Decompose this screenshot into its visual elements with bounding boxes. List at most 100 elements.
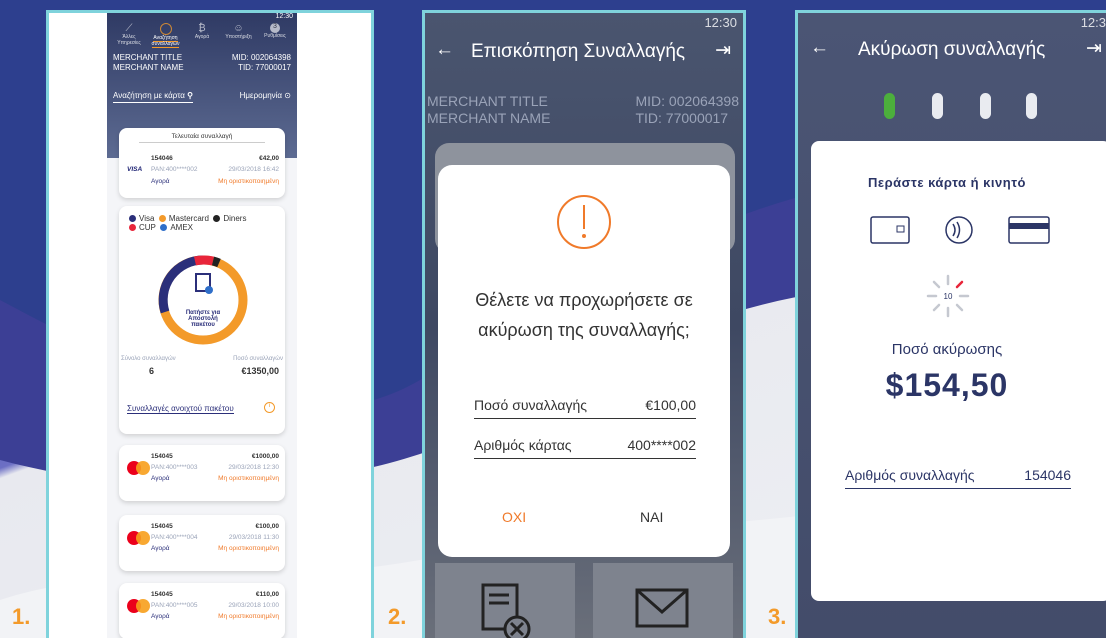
transaction-number-value: 154046: [1024, 467, 1071, 483]
card-label: Αριθμός κάρτας: [474, 437, 572, 453]
transaction-type: Αγορά: [151, 545, 170, 552]
transaction-type: Αγορά: [151, 475, 170, 482]
visa-logo-icon: VISA: [127, 166, 143, 173]
nav-purchase[interactable]: ₿ Αγορά: [184, 23, 220, 47]
merchant-mid: MID: 002064398: [635, 93, 739, 109]
info-icon[interactable]: i: [264, 402, 275, 413]
date-label: Ημερομηνία: [239, 91, 283, 100]
transactions-screen: 12:30 ⟋ Άλλες Υπηρεσίες Αναζήτηση συναλλα…: [107, 13, 297, 638]
phone-transactions-list: 12:30 ⟋ Άλλες Υπηρεσίες Αναζήτηση συναλλα…: [46, 10, 374, 638]
status-time: 12:30: [275, 13, 293, 20]
nav-label: Αγορά: [194, 34, 210, 40]
chevron-down-icon: ⊙: [284, 91, 291, 100]
transaction-date: 29/03/2018 16:42: [228, 166, 279, 173]
batch-summary-card: Visa Mastercard Diners CUP AMEX Πατήστε …: [119, 206, 285, 434]
merchant-info: MERCHANT TITLE MERCHANT NAME: [427, 93, 550, 127]
terminal-tid: TID: 77000017: [635, 110, 729, 126]
transaction-item[interactable]: 154045 €110,00 PAN:400****005 29/03/2018 10…: [119, 583, 285, 638]
mastercard-logo-icon: [127, 531, 151, 545]
total-amount-label: Ποσό συναλλαγών: [233, 356, 283, 362]
nav-label: Αναζήτηση συναλλαγών: [151, 35, 180, 48]
transaction-id: 154045: [151, 591, 173, 598]
transaction-id: 154045: [151, 453, 173, 460]
no-button[interactable]: ΟΧΙ: [502, 509, 526, 525]
yes-button[interactable]: ΝΑΙ: [640, 509, 663, 525]
search-label: Αναζήτηση με κάρτα: [113, 91, 185, 100]
transaction-date: 29/03/2018 11:30: [228, 534, 279, 541]
mastercard-logo-icon: [127, 599, 151, 613]
status-time: 12:30: [704, 15, 737, 30]
cancel-amount-value: $154,50: [885, 367, 1009, 403]
transaction-amount: €100,00: [255, 523, 280, 530]
date-filter[interactable]: Ημερομηνία ⊙: [240, 91, 291, 103]
step-3-label: 3.: [768, 604, 787, 629]
transaction-amount: €1000,00: [251, 453, 279, 460]
progress-step-4: [1026, 93, 1037, 119]
nav-support[interactable]: ☺ Υποστήριξη: [221, 23, 257, 47]
transaction-id: 154045: [151, 523, 173, 530]
transaction-date: 29/03/2018 12:30: [228, 464, 279, 471]
email-icon: [635, 588, 689, 628]
logout-icon[interactable]: ⇥: [715, 39, 731, 62]
merchant-title: MERCHANT TITLE: [113, 53, 183, 62]
mastercard-logo-icon: [127, 461, 151, 475]
merchant-info: MERCHANT TITLE MERCHANT NAME MID: 0020643…: [107, 47, 297, 73]
terminal-info: MID: 002064398 TID: 77000017: [635, 93, 739, 127]
merchant-name: MERCHANT NAME: [113, 63, 184, 72]
progress-step-2: [932, 93, 943, 119]
transaction-status: Μη οριστικοποιημένη: [218, 545, 279, 552]
nav-label: Υποστήριξη: [225, 34, 252, 40]
search-by-card[interactable]: Αναζήτηση με κάρτα ⚲: [113, 91, 193, 103]
nav-search-transactions[interactable]: Αναζήτηση συναλλαγών: [148, 23, 184, 48]
last-transaction-card[interactable]: Τελευταία συναλλαγή 154046 €42,00 VISA P…: [119, 128, 285, 198]
transaction-pan: PAN:400****003: [151, 464, 198, 471]
phone-cancel-transaction: 12:3 ← Ακύρωση συναλλαγής ⇥ Περάστε κάρτ…: [795, 10, 1106, 638]
swipe-card-icon: [1008, 216, 1050, 244]
open-batch-link[interactable]: Συναλλαγές ανοιχτού πακέτου: [127, 404, 234, 414]
page-title: Ακύρωση συναλλαγής: [858, 39, 1046, 60]
transaction-status: Μη οριστικοποιημένη: [218, 613, 279, 620]
legend-cup: CUP: [129, 223, 156, 232]
dialog-question: Θέλετε να προχωρήσετε σε ακύρωση της συν…: [475, 290, 693, 340]
step-2-label: 2.: [388, 604, 407, 629]
transaction-status: Μη οριστικοποιημένη: [218, 178, 279, 185]
transaction-amount: €110,00: [255, 591, 279, 598]
merchant-mid: MID: 002064398: [231, 53, 291, 62]
legend-mastercard: Mastercard: [158, 214, 209, 223]
cancel-amount-label: Ποσό ακύρωσης: [891, 341, 1003, 358]
purchase-icon: ₿: [198, 23, 206, 34]
merchant-name: MERCHANT NAME: [427, 110, 551, 126]
transaction-id: 154046: [151, 155, 173, 162]
legend-visa: Visa: [129, 214, 154, 223]
clock-icon: [159, 23, 172, 35]
transaction-pan: PAN:400****004: [151, 534, 198, 541]
nav-other-services[interactable]: ⟋ Άλλες Υπηρεσίες: [111, 23, 147, 47]
send-batch-donut[interactable]: [157, 254, 249, 346]
contactless-icon: [945, 216, 973, 244]
card-value: 400****002: [627, 437, 696, 453]
total-count: 6: [149, 366, 155, 376]
transaction-status: Μη οριστικοποιημένη: [218, 475, 279, 482]
nav-settings[interactable]: 3 Ρυθμίσεις: [257, 23, 293, 47]
logout-icon[interactable]: ⇥: [1086, 37, 1102, 60]
status-time: 12:3: [1080, 15, 1106, 30]
back-arrow-icon[interactable]: ←: [435, 39, 454, 61]
amount-row: Ποσό συναλλαγής €100,00: [474, 397, 696, 419]
transaction-item[interactable]: 154045 €100,00 PAN:400****004 29/03/2018 11…: [119, 515, 285, 571]
legend-diners: Diners: [213, 214, 246, 223]
merchant-title: MERCHANT TITLE: [427, 93, 548, 109]
back-arrow-icon[interactable]: ←: [810, 37, 829, 59]
services-icon: ⟋: [125, 23, 133, 34]
search-icon: ⚲: [187, 91, 193, 100]
transaction-number-label: Αριθμός συναλλαγής: [845, 467, 975, 483]
card-row: Αριθμός κάρτας 400****002: [474, 437, 696, 459]
transaction-item[interactable]: 154045 €1000,00 PAN:400****003 29/03/2018 1…: [119, 445, 285, 501]
confirm-cancel-dialog: Θέλετε να προχωρήσετε σε ακύρωση της συν…: [438, 165, 730, 557]
chip-card-icon: [870, 216, 910, 244]
transaction-amount: €42,00: [259, 155, 279, 162]
progress-step-3: [980, 93, 991, 119]
transaction-type: Αγορά: [151, 178, 170, 185]
total-amount: €1350,00: [241, 366, 279, 376]
transaction-pan: PAN:400****002: [151, 166, 198, 173]
warning-icon: [557, 195, 611, 249]
